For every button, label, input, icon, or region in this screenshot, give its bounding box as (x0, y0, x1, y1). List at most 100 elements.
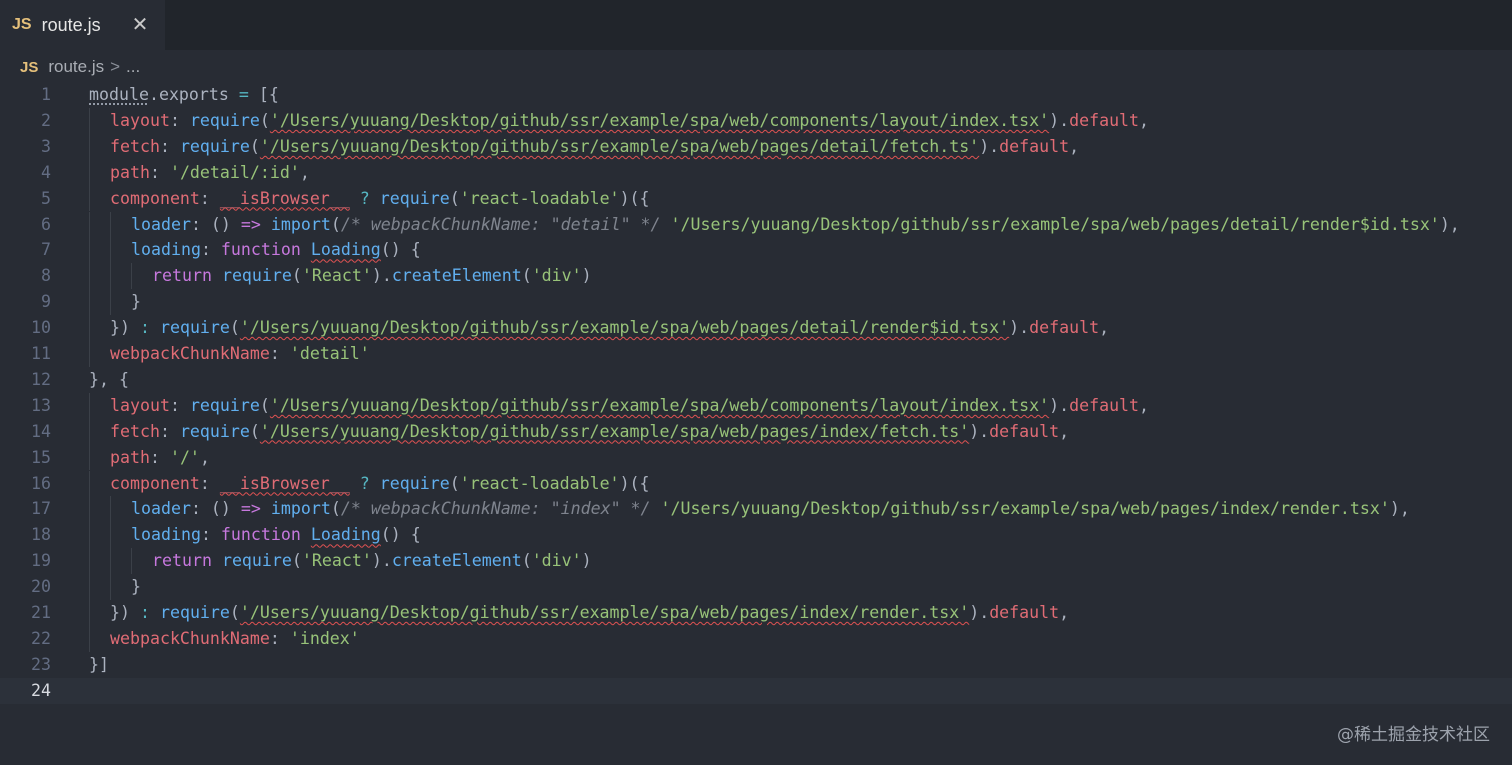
code-line[interactable]: 2 layout: require('/Users/yuuang/Desktop/… (0, 107, 1512, 134)
code-token: )({ (619, 473, 650, 493)
code-line[interactable]: 9} (0, 289, 1512, 316)
code-token: ) (581, 551, 592, 571)
code-text: path: '/detail/:id', (110, 160, 310, 186)
line-number: 1 (41, 85, 51, 104)
code-token: '/Users/yuuang/Desktop/github/ssr/exampl… (660, 499, 1390, 519)
code-line[interactable]: 15 path: '/', (0, 444, 1512, 471)
code-token: fetch (110, 421, 160, 441)
code-text: loader: () => import(/* webpackChunkName… (131, 496, 1410, 522)
indent-guide (89, 107, 90, 134)
code-token: function (220, 240, 301, 260)
breadcrumb-item-more[interactable]: ... (126, 57, 140, 77)
code-line[interactable]: 7 loading: function Loading() { (0, 237, 1512, 264)
code-token: ). (1049, 110, 1070, 130)
code-token: : (200, 525, 221, 545)
code-editor[interactable]: 1 module.exports = [{2 layout: require('/U… (0, 82, 1512, 722)
code-line[interactable]: 13 layout: require('/Users/yuuang/Desktop… (0, 392, 1512, 419)
code-token: ), (1439, 214, 1460, 234)
code-token: ( (330, 214, 341, 234)
code-line[interactable]: 23}] (0, 652, 1512, 678)
code-token: : () (190, 499, 241, 519)
code-line[interactable]: 8 return require('React').createElement('… (0, 263, 1512, 290)
code-token: : (169, 395, 190, 415)
code-line[interactable]: 22 webpackChunkName: 'index' (0, 625, 1512, 652)
code-token: component (110, 473, 200, 493)
code-token: require (159, 603, 230, 622)
code-token: }] (89, 654, 109, 674)
code-token: layout (110, 395, 170, 415)
code-token: component (110, 188, 200, 208)
code-line[interactable]: 12 }, { (0, 367, 1512, 393)
code-text: loading: function Loading() { (131, 522, 421, 548)
code-line[interactable]: 17 loader: () => import(/* webpackChunkNa… (0, 496, 1512, 523)
close-icon[interactable]: ✕ (129, 14, 151, 36)
indent-guide (89, 574, 90, 600)
tab-route-js[interactable]: JS route.js ✕ (0, 0, 165, 50)
indent-guide (110, 289, 111, 316)
code-token: : (269, 344, 290, 363)
code-token: 'div' (531, 266, 582, 286)
code-token: ? (349, 188, 380, 208)
code-line[interactable]: 4 path: '/detail/:id', (0, 159, 1512, 186)
indent-guide (89, 522, 90, 549)
code-token: : (149, 447, 170, 467)
tab-label: route.js (41, 14, 101, 35)
breadcrumb-item-file[interactable]: route.js (48, 57, 104, 77)
indent-guide (89, 185, 90, 212)
code-token: } (131, 292, 141, 312)
line-number: 13 (31, 395, 51, 415)
code-token: }, { (89, 369, 129, 389)
code-line[interactable]: 5 component: __isBrowser__ ? require('rea… (0, 185, 1512, 212)
code-line[interactable]: 21}) : require('/Users/yuuang/Desktop/gi… (0, 600, 1512, 626)
code-token: => (240, 499, 261, 519)
code-line[interactable]: 1 module.exports = [{ (0, 82, 1512, 108)
code-line[interactable]: 3 fetch: require('/Users/yuuang/Desktop/g… (0, 133, 1512, 160)
code-token: [{ (258, 85, 279, 104)
code-token: default (1029, 318, 1100, 338)
code-token: 'index' (289, 628, 360, 648)
code-line[interactable]: 24 (0, 677, 1512, 704)
code-line[interactable]: 10}) : require('/Users/yuuang/Desktop/gi… (0, 315, 1512, 341)
line-number: 12 (31, 369, 51, 389)
code-token: path (110, 162, 150, 182)
code-line[interactable]: 16 component: __isBrowser__ ? require('re… (0, 470, 1512, 497)
code-line[interactable]: 18 loading: function Loading() { (0, 522, 1512, 549)
code-token: : (129, 603, 160, 622)
code-token: '/Users/yuuang/Desktop/github/ssr/exampl… (259, 421, 970, 441)
line-number: 4 (41, 162, 51, 182)
code-token: : (149, 162, 170, 182)
line-number: 10 (31, 318, 51, 338)
line-number: 5 (41, 188, 51, 208)
indent-guide (110, 574, 111, 600)
code-token: ( (259, 110, 270, 130)
line-number: 20 (31, 577, 51, 597)
code-token: )({ (619, 188, 650, 208)
code-token: : (159, 421, 180, 441)
code-token: 'React' (301, 551, 372, 571)
code-token: /* webpackChunkName: "detail" */ (340, 214, 661, 234)
code-token: require (221, 266, 292, 286)
code-token: ). (371, 551, 392, 571)
code-line[interactable]: 14 fetch: require('/Users/yuuang/Desktop/… (0, 418, 1512, 445)
code-text: }) : require('/Users/yuuang/Desktop/gith… (110, 600, 1069, 626)
code-token: '/Users/yuuang/Desktop/github/ssr/exampl… (239, 318, 1010, 338)
code-text: }] (89, 652, 109, 678)
code-token: require (379, 473, 450, 493)
code-line[interactable]: 11 webpackChunkName: 'detail' (0, 341, 1512, 367)
indent-guide (89, 496, 90, 523)
line-number: 8 (41, 266, 51, 286)
code-token: module (89, 85, 149, 104)
indent-guide (89, 315, 90, 341)
code-text: component: __isBrowser__ ? require('reac… (110, 186, 650, 212)
code-line[interactable]: 19 return require('React').createElement(… (0, 548, 1512, 575)
code-line[interactable]: 6 loader: () => import(/* webpackChunkNam… (0, 211, 1512, 238)
code-token: default (989, 421, 1060, 441)
code-token: ). (1009, 318, 1030, 338)
code-line[interactable]: 20} (0, 574, 1512, 600)
line-number: 16 (31, 473, 51, 493)
code-token: default (1069, 110, 1140, 130)
